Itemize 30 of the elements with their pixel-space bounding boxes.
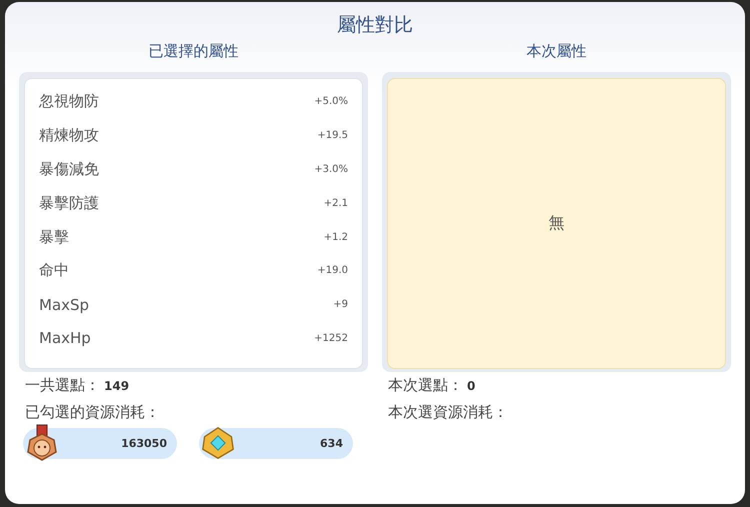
- attribute-value: +5.0%: [314, 96, 348, 108]
- empty-text: 無: [548, 213, 564, 234]
- attribute-value: +19.5: [317, 130, 348, 142]
- attribute-name: MaxHp: [39, 329, 91, 348]
- points-value: 149: [104, 378, 130, 392]
- attribute-name: 暴擊防護: [39, 194, 99, 213]
- attribute-name: 命中: [39, 261, 69, 280]
- points-value: 0: [467, 378, 476, 392]
- attribute-name: MaxSp: [39, 296, 90, 314]
- attribute-value: +9: [333, 299, 348, 310]
- section-heading: 已選擇的屬性: [148, 42, 240, 62]
- cost-label: 本次選資源消耗：: [388, 403, 508, 422]
- resource-amount: 634: [320, 437, 343, 450]
- attribute-value: +1252: [314, 332, 348, 344]
- attribute-name: 忽視物防: [39, 92, 99, 112]
- cost-label: 已勾選的資源消耗：: [25, 403, 160, 422]
- dialog-title: 屬性對比: [336, 13, 414, 38]
- attribute-value: +1.2: [324, 232, 348, 243]
- section-heading: 本次屬性: [526, 42, 588, 62]
- points-label: 本次選點：: [388, 376, 463, 395]
- points-label: 一共選點：: [25, 376, 100, 395]
- attribute-value: +19.0: [317, 265, 348, 276]
- attribute-name: 暴傷減免: [39, 160, 99, 179]
- attribute-value: +2.1: [324, 198, 348, 209]
- attribute-name: 精煉物攻: [39, 126, 99, 146]
- attribute-name: 暴擊: [39, 228, 69, 247]
- medal-icon: [25, 424, 59, 462]
- resource-amount: 163050: [121, 437, 167, 450]
- attribute-value: +3.0%: [314, 164, 348, 175]
- crystal-icon: [201, 424, 235, 462]
